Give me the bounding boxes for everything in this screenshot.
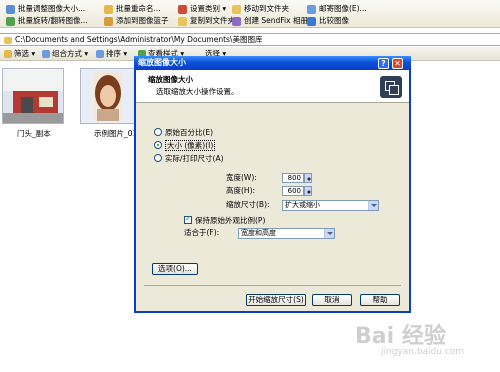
resize-icon: [380, 76, 402, 98]
thumbnail-1-caption: 门头_副本: [17, 129, 51, 138]
address-bar[interactable]: C:\Documents and Settings\Administrator\…: [0, 33, 500, 46]
batch-rename-button[interactable]: 批量重命名...: [104, 3, 161, 15]
titlebar-help-button[interactable]: ?: [378, 58, 389, 69]
rotate-icon: [6, 16, 15, 26]
chevron-down-icon: [324, 229, 334, 238]
filter-icon: [4, 50, 12, 58]
batch-rotate-button[interactable]: 批量旋转/翻转图像...: [6, 15, 88, 27]
actual-print-size-radio[interactable]: 实际/打印尺寸(A): [154, 154, 224, 164]
address-path: C:\Documents and Settings\Administrator\…: [15, 35, 263, 44]
thumbnail-2[interactable]: [80, 68, 138, 124]
height-input[interactable]: 600: [282, 186, 304, 196]
cancel-button[interactable]: 取消: [312, 294, 352, 306]
thumbnail-2-caption: 示例图片_01: [94, 129, 138, 138]
start-resize-button[interactable]: 开始缩放尺寸(S): [246, 294, 306, 306]
folder-icon: [4, 36, 12, 44]
rename-icon: [104, 4, 113, 14]
email-images-button[interactable]: 邮寄图像(E)...: [307, 3, 367, 15]
resize-icon: [6, 4, 15, 14]
header-subtitle: 选取缩放大小操作设置。: [156, 87, 239, 96]
batch-resize-button[interactable]: 批量调整图像大小...: [6, 3, 85, 15]
group-icon: [42, 50, 50, 58]
keep-aspect-ratio-checkbox[interactable]: 保持原始外观比例(P): [184, 214, 265, 226]
compare-icon: [307, 16, 316, 26]
category-icon: [178, 4, 187, 14]
original-percent-radio[interactable]: 原始百分比(E): [154, 128, 213, 138]
move-to-folder-button[interactable]: 移动到文件夹: [232, 3, 289, 15]
album-icon: [232, 16, 241, 26]
filter-button[interactable]: 筛选 ▾: [4, 47, 35, 61]
options-button[interactable]: 选项(O)...: [152, 263, 198, 275]
chevron-down-icon: [368, 201, 378, 210]
height-label: 高度(H):: [226, 186, 256, 195]
dialog-titlebar[interactable]: 缩放图像大小 ? ✕: [134, 56, 411, 70]
compare-images-button[interactable]: 比较图像: [307, 15, 349, 27]
add-to-basket-button[interactable]: 添加到图像篮子: [104, 15, 169, 27]
size-pixels-radio[interactable]: 大小 (像素)(I): [154, 140, 216, 151]
set-category-button[interactable]: 设置类别 ▾: [178, 3, 226, 15]
header-title: 缩放图像大小: [148, 75, 193, 84]
storefront-photo: [3, 69, 63, 123]
sort-button[interactable]: 排序 ▾: [96, 47, 127, 61]
mail-icon: [307, 4, 316, 14]
sort-icon: [96, 50, 104, 58]
help-button[interactable]: 帮助: [360, 294, 400, 306]
divider: [144, 285, 401, 286]
basket-icon: [104, 16, 113, 26]
fit-to-label: 适合于(F):: [184, 228, 220, 237]
width-label: 宽度(W):: [226, 173, 257, 182]
width-input[interactable]: 800: [282, 173, 304, 183]
resize-mode-select[interactable]: 扩大或缩小: [282, 200, 379, 211]
group-by-button[interactable]: 组合方式 ▾: [42, 47, 88, 61]
top-toolbar: 批量调整图像大小... 批量重命名... 设置类别 ▾ 移动到文件夹 邮寄图像(…: [0, 0, 500, 28]
width-spinner[interactable]: [304, 173, 312, 183]
folder-icon: [232, 4, 241, 14]
height-spinner[interactable]: [304, 186, 312, 196]
portrait-photo: [81, 69, 137, 123]
dialog-title: 缩放图像大小: [138, 58, 186, 67]
copy-folder-icon: [178, 16, 187, 26]
resize-dialog: 缩放图像大小 ? ✕ 缩放图像大小 选取缩放大小操作设置。 原始百分比(E) 大…: [134, 56, 411, 313]
watermark-logo: Bai 经验: [355, 324, 446, 349]
copy-to-folder-button[interactable]: 复制到文件夹: [178, 15, 235, 27]
create-album-button[interactable]: 创建 SendFix 相册: [232, 15, 308, 27]
fit-to-select[interactable]: 宽度和高度: [238, 228, 335, 239]
resize-mode-label: 缩放尺寸(B):: [226, 200, 270, 209]
thumbnail-1[interactable]: [2, 68, 64, 124]
watermark-url: jingyan.baidu.com: [381, 347, 465, 357]
titlebar-close-button[interactable]: ✕: [392, 58, 403, 69]
dialog-header: 缩放图像大小 选取缩放大小操作设置。: [136, 70, 409, 103]
